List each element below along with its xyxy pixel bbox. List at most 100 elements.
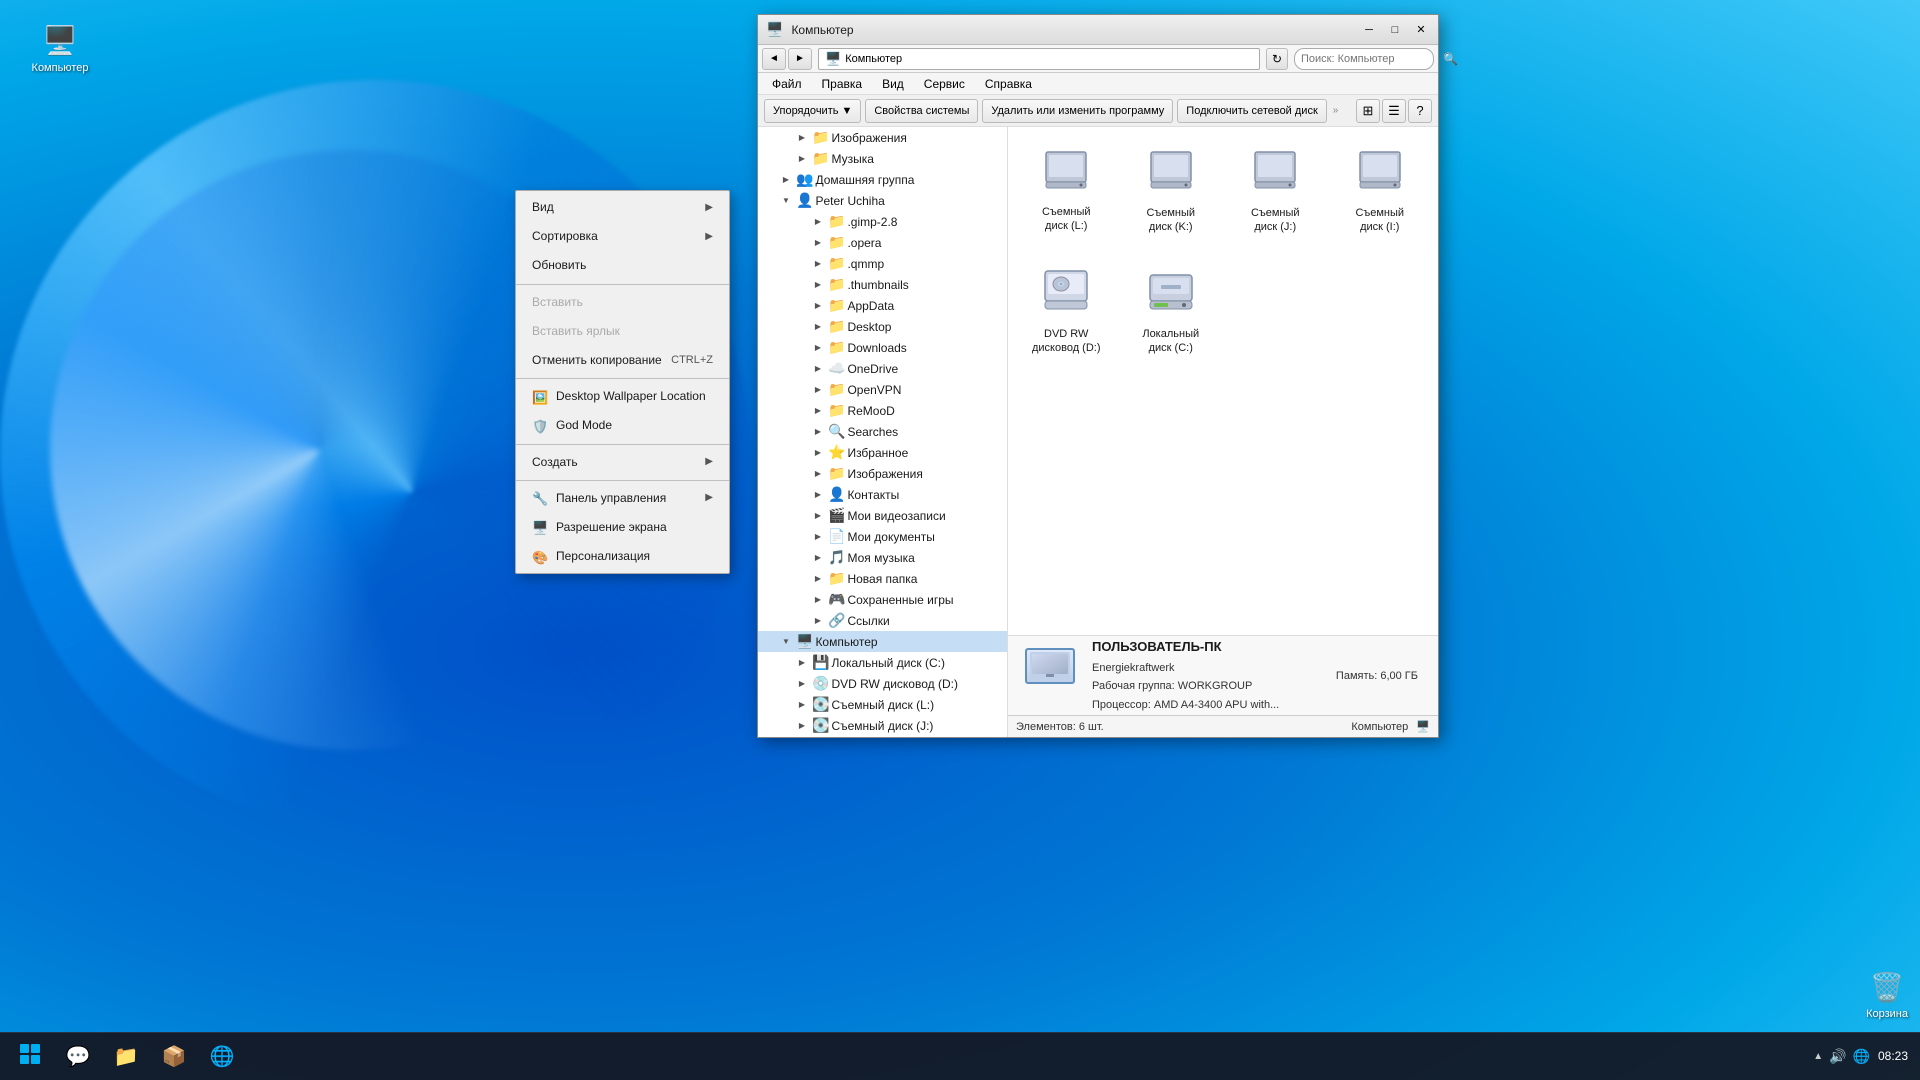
toggle-gimp[interactable]: ▶ [810, 214, 826, 230]
tree-item-gimp[interactable]: ▶ 📁 .gimp-2.8 [758, 211, 1007, 232]
taskbar-time[interactable]: 08:23 [1878, 1048, 1908, 1065]
tree-item-dvd-d[interactable]: ▶ 💿 DVD RW дисковод (D:) [758, 673, 1007, 694]
tree-item-savedgames[interactable]: ▶ 🎮 Сохраненные игры [758, 589, 1007, 610]
ctx-sort[interactable]: Сортировка ▶ [516, 222, 729, 251]
tree-item-peter[interactable]: ▼ 👤 Peter Uchiha [758, 190, 1007, 211]
address-bar[interactable]: 🖥️ Компьютер [818, 48, 1260, 70]
tree-item-opera[interactable]: ▶ 📁 .opera [758, 232, 1007, 253]
toggle-videos[interactable]: ▶ [810, 508, 826, 524]
toggle-openvpn[interactable]: ▶ [810, 382, 826, 398]
taskbar-file-manager[interactable]: 📁 [104, 1035, 148, 1079]
tree-item-images[interactable]: ▶ 📁 Изображения [758, 127, 1007, 148]
tree-item-appdata[interactable]: ▶ 📁 AppData [758, 295, 1007, 316]
tree-item-local-c[interactable]: ▶ 💾 Локальный диск (C:) [758, 652, 1007, 673]
tray-network-icon[interactable]: 🌐 [1853, 1048, 1870, 1065]
taskbar-archive[interactable]: 📦 [152, 1035, 196, 1079]
tree-item-qmmp[interactable]: ▶ 📁 .qmmp [758, 253, 1007, 274]
toggle-images[interactable]: ▶ [794, 130, 810, 146]
toggle-music[interactable]: ▶ [794, 151, 810, 167]
tree-item-thumbnails[interactable]: ▶ 📁 .thumbnails [758, 274, 1007, 295]
tree-item-searches[interactable]: ▶ 🔍 Searches [758, 421, 1007, 442]
toggle-favorites[interactable]: ▶ [810, 445, 826, 461]
toggle-downloads[interactable]: ▶ [810, 340, 826, 356]
menu-help[interactable]: Справка [977, 76, 1040, 92]
ctx-godmode[interactable]: 🛡️ God Mode [516, 411, 729, 440]
tree-item-pictures[interactable]: ▶ 📁 Изображения [758, 463, 1007, 484]
ctx-undo-copy[interactable]: Отменить копирование CTRL+Z [516, 346, 729, 375]
tree-item-links[interactable]: ▶ 🔗 Ссылки [758, 610, 1007, 631]
toggle-computer[interactable]: ▼ [778, 634, 794, 650]
ctx-refresh[interactable]: Обновить [516, 251, 729, 280]
search-input[interactable] [1301, 53, 1443, 65]
back-button[interactable]: ◄ [762, 48, 786, 70]
toggle-contacts[interactable]: ▶ [810, 487, 826, 503]
tree-item-removable-l[interactable]: ▶ 💽 Съемный диск (L:) [758, 694, 1007, 715]
menu-edit[interactable]: Правка [814, 76, 871, 92]
tree-item-removable-k[interactable]: ▶ 💽 Съемный диск (K:) [758, 736, 1007, 737]
tree-item-openvpn[interactable]: ▶ 📁 OpenVPN [758, 379, 1007, 400]
menu-service[interactable]: Сервис [916, 76, 973, 92]
tree-item-remod[interactable]: ▶ 📁 ReMooD [758, 400, 1007, 421]
ctx-screen-res[interactable]: 🖥️ Разрешение экрана [516, 513, 729, 542]
drive-k[interactable]: Съемныйдиск (K:) [1125, 139, 1218, 243]
menu-view[interactable]: Вид [874, 76, 912, 92]
toggle-newfolder[interactable]: ▶ [810, 571, 826, 587]
maximize-button[interactable]: □ [1382, 20, 1408, 40]
toggle-mymusic[interactable]: ▶ [810, 550, 826, 566]
tree-item-mymusic[interactable]: ▶ 🎵 Моя музыка [758, 547, 1007, 568]
toggle-removable-l[interactable]: ▶ [794, 697, 810, 713]
toggle-documents[interactable]: ▶ [810, 529, 826, 545]
toggle-qmmp[interactable]: ▶ [810, 256, 826, 272]
toggle-removable-j[interactable]: ▶ [794, 718, 810, 734]
view-list-icon[interactable]: ⊞ [1356, 99, 1380, 123]
toggle-desktop-folder[interactable]: ▶ [810, 319, 826, 335]
tree-item-contacts[interactable]: ▶ 👤 Контакты [758, 484, 1007, 505]
taskbar-discord[interactable]: 💬 [56, 1035, 100, 1079]
view-details-icon[interactable]: ☰ [1382, 99, 1406, 123]
drive-i[interactable]: Съемныйдиск (I:) [1334, 139, 1427, 243]
taskbar-browser[interactable]: 🌐 [200, 1035, 244, 1079]
desktop-icon-recycle[interactable]: 🗑️ Корзина [1862, 967, 1912, 1025]
toggle-homegroup[interactable]: ▶ [778, 172, 794, 188]
ctx-paste[interactable]: Вставить [516, 288, 729, 317]
toggle-links[interactable]: ▶ [810, 613, 826, 629]
organize-button[interactable]: Упорядочить ▼ [764, 99, 861, 123]
ctx-paste-shortcut[interactable]: Вставить ярлык [516, 317, 729, 346]
menu-file[interactable]: Файл [764, 76, 810, 92]
tray-notifications[interactable]: ▲ [1813, 1051, 1823, 1062]
tree-item-desktop[interactable]: ▶ 📁 Desktop [758, 316, 1007, 337]
toggle-appdata[interactable]: ▶ [810, 298, 826, 314]
tree-item-homegroup[interactable]: ▶ 👥 Домашняя группа [758, 169, 1007, 190]
toggle-pictures[interactable]: ▶ [810, 466, 826, 482]
close-button[interactable]: ✕ [1408, 20, 1434, 40]
ctx-view[interactable]: Вид ▶ [516, 193, 729, 222]
system-properties-button[interactable]: Свойства системы [865, 99, 978, 123]
toggle-thumbnails[interactable]: ▶ [810, 277, 826, 293]
toggle-savedgames[interactable]: ▶ [810, 592, 826, 608]
ctx-wallpaper[interactable]: 🖼️ Desktop Wallpaper Location [516, 382, 729, 411]
refresh-button[interactable]: ↻ [1266, 48, 1288, 70]
toggle-local-c[interactable]: ▶ [794, 655, 810, 671]
ctx-control-panel[interactable]: 🔧 Панель управления ▶ [516, 484, 729, 513]
toggle-searches[interactable]: ▶ [810, 424, 826, 440]
minimize-button[interactable]: ─ [1356, 20, 1382, 40]
toggle-dvd-d[interactable]: ▶ [794, 676, 810, 692]
drive-c[interactable]: Локальныйдиск (C:) [1125, 255, 1218, 364]
toggle-remod[interactable]: ▶ [810, 403, 826, 419]
desktop-icon-computer[interactable]: 🖥️ Компьютер [20, 20, 100, 79]
tree-item-removable-j[interactable]: ▶ 💽 Съемный диск (J:) [758, 715, 1007, 736]
toggle-peter[interactable]: ▼ [778, 193, 794, 209]
search-box[interactable]: 🔍 [1294, 48, 1434, 70]
uninstall-button[interactable]: Удалить или изменить программу [982, 99, 1173, 123]
ctx-create[interactable]: Создать ▶ [516, 448, 729, 477]
tree-item-computer[interactable]: ▼ 🖥️ Компьютер [758, 631, 1007, 652]
ctx-personalization[interactable]: 🎨 Персонализация [516, 542, 729, 571]
toggle-opera[interactable]: ▶ [810, 235, 826, 251]
tree-item-videos[interactable]: ▶ 🎬 Мои видеозаписи [758, 505, 1007, 526]
drive-l[interactable]: Съемныйдиск (L:) [1020, 139, 1113, 243]
tree-item-favorites[interactable]: ▶ ⭐ Избранное [758, 442, 1007, 463]
toggle-onedrive[interactable]: ▶ [810, 361, 826, 377]
forward-button[interactable]: ► [788, 48, 812, 70]
tree-item-onedrive[interactable]: ▶ ☁️ OneDrive [758, 358, 1007, 379]
network-button[interactable]: Подключить сетевой диск [1177, 99, 1326, 123]
